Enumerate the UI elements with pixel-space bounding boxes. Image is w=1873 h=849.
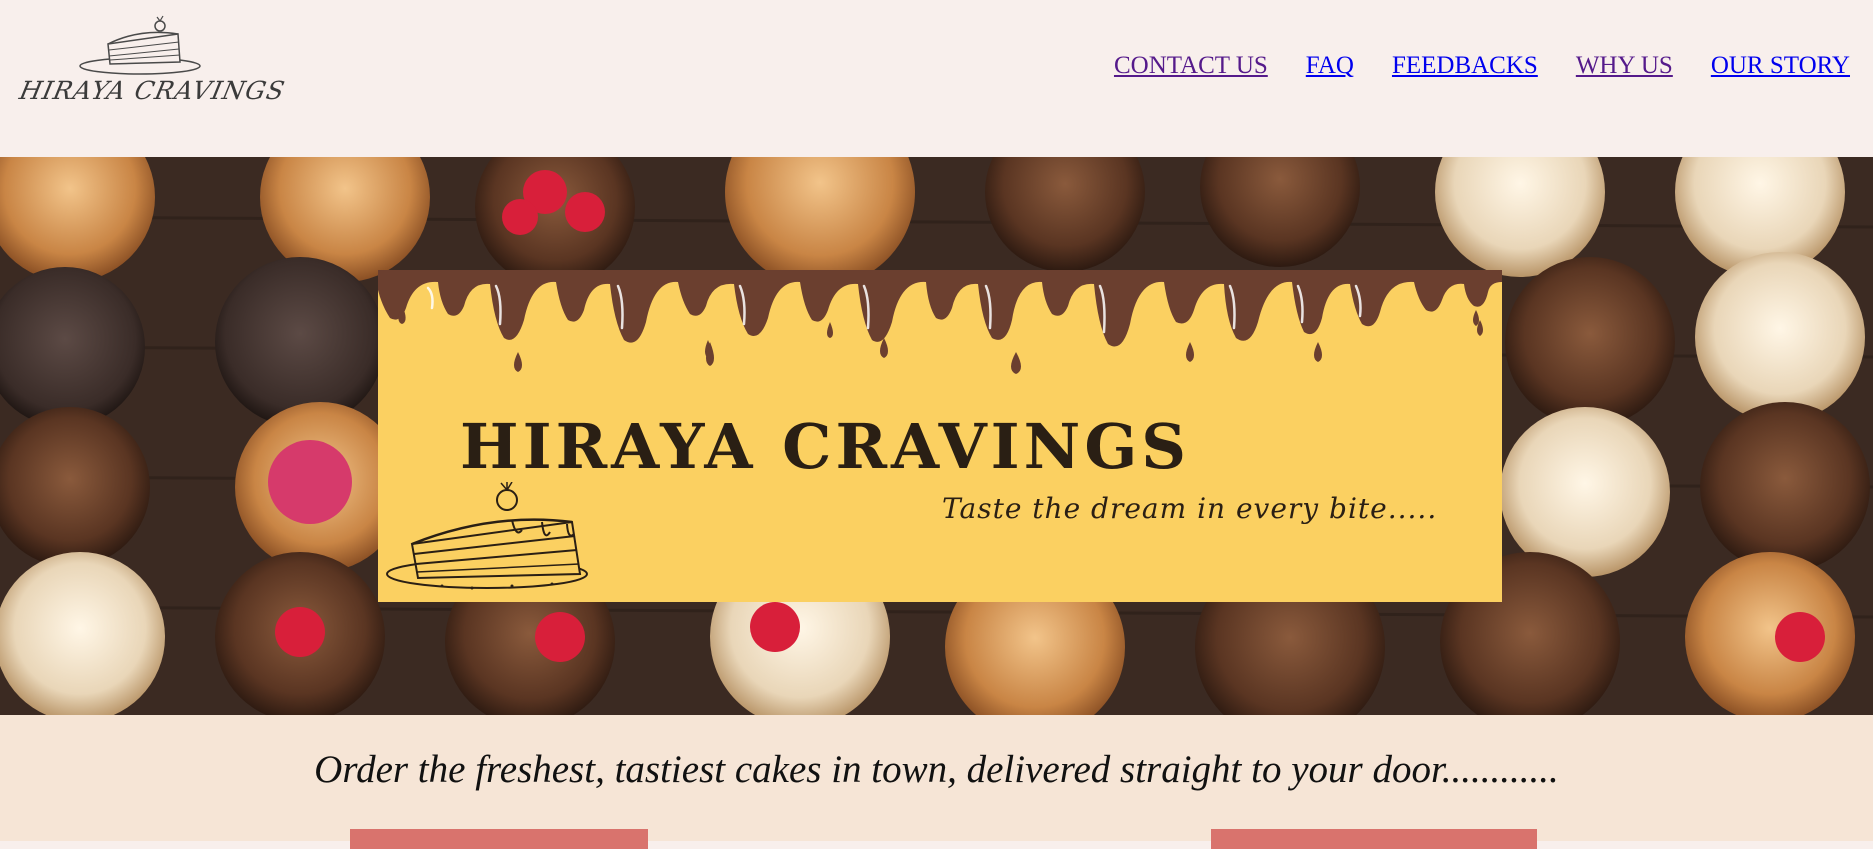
- chocolate-drip-decoration: [378, 270, 1502, 374]
- logo[interactable]: HIRAYA CRAVINGS: [16, 14, 288, 110]
- banner-title: HIRAYA CRAVINGS: [460, 410, 1191, 483]
- site-header: HIRAYA CRAVINGS CONTACT US FAQ FEEDBACKS…: [0, 0, 1873, 157]
- hero-section: HIRAYA CRAVINGS Taste the dream in every…: [0, 157, 1873, 715]
- nav-link-feedbacks[interactable]: FEEDBACKS: [1392, 52, 1538, 80]
- intro-text: Order the freshest, tastiest cakes in to…: [314, 748, 1559, 791]
- nav-link-our-story[interactable]: OUR STORY: [1711, 52, 1850, 80]
- cta-button-right[interactable]: [1211, 829, 1537, 849]
- cta-button-left[interactable]: [350, 829, 648, 849]
- nav-link-why-us[interactable]: WHY US: [1576, 52, 1673, 80]
- intro-section: Order the freshest, tastiest cakes in to…: [0, 715, 1873, 849]
- cake-slice-icon: [386, 482, 588, 590]
- cake-logo-icon: [79, 15, 201, 75]
- main-nav: CONTACT US FAQ FEEDBACKS WHY US OUR STOR…: [1114, 52, 1850, 80]
- logo-text: HIRAYA CRAVINGS: [16, 76, 288, 105]
- brand-banner: HIRAYA CRAVINGS Taste the dream in every…: [378, 270, 1502, 602]
- nav-link-faq[interactable]: FAQ: [1306, 52, 1354, 80]
- banner-tagline: Taste the dream in every bite.....: [942, 492, 1438, 525]
- nav-link-contact-us[interactable]: CONTACT US: [1114, 52, 1268, 80]
